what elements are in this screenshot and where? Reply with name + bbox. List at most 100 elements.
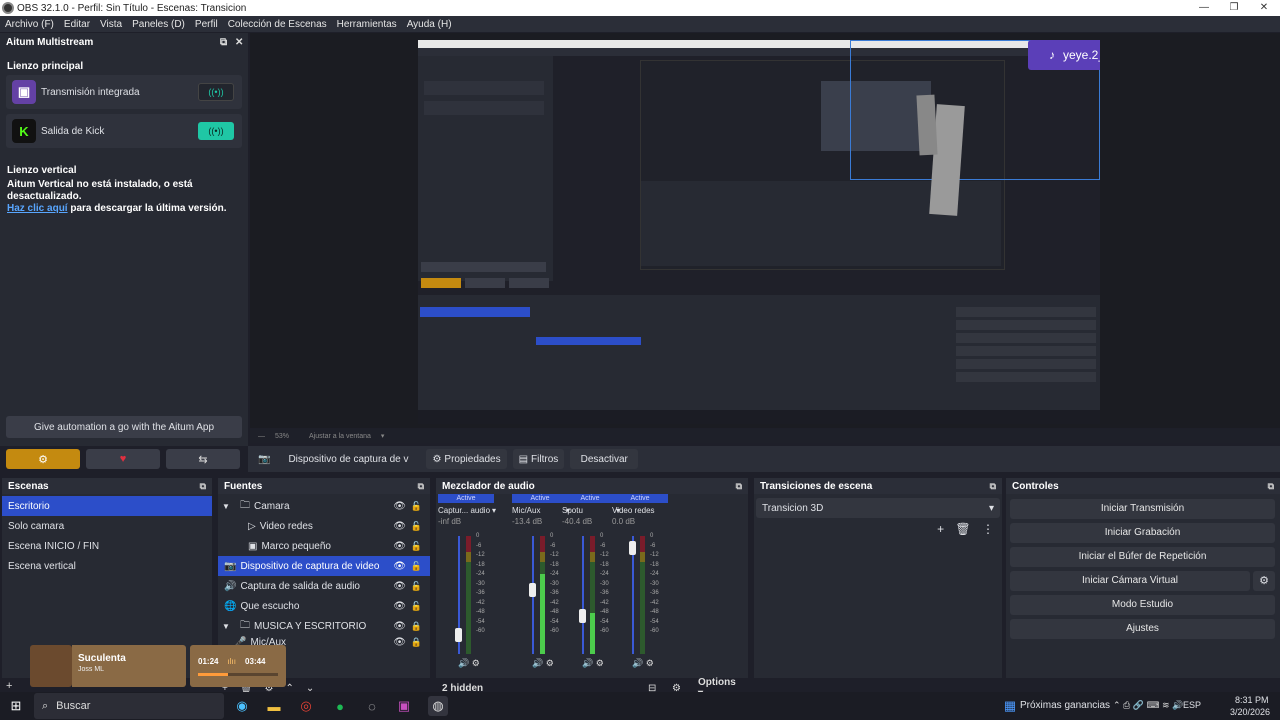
chrome-icon[interactable]: ◎	[296, 696, 316, 716]
properties-button[interactable]: ⚙ Propiedades	[426, 449, 507, 469]
menu-vista[interactable]: Vista	[95, 19, 127, 30]
dock-close-icon[interactable]: ✕	[235, 37, 243, 48]
menu-paneles[interactable]: Paneles (D)	[127, 19, 190, 30]
fader-knob[interactable]	[529, 582, 536, 597]
eye-icon[interactable]: 👁	[393, 521, 406, 532]
transition-select[interactable]: Transicion 3D ▾	[756, 498, 1000, 518]
fader-knob[interactable]	[455, 627, 462, 642]
speaker-icon[interactable]: 🔊	[532, 658, 543, 668]
eye-icon[interactable]: 👁	[393, 637, 406, 648]
source-item[interactable]: ▷ Video redes 👁 🔓	[218, 516, 430, 536]
source-item-selected[interactable]: 📷Dispositivo de captura de video con a👁🔓	[218, 556, 430, 576]
scene-item[interactable]: Solo camara	[2, 516, 212, 536]
spotify-icon[interactable]: ●	[330, 696, 350, 716]
eye-icon[interactable]: 👁	[393, 501, 406, 512]
volume-fader[interactable]	[455, 536, 462, 654]
menu-coleccion[interactable]: Colección de Escenas	[223, 19, 332, 30]
start-recording-button[interactable]: Iniciar Grabación	[1010, 523, 1275, 543]
gear-icon[interactable]: ⚙	[596, 658, 604, 668]
undock-icon[interactable]: ⧉	[200, 481, 206, 492]
settings-gear-button[interactable]: ⚙	[6, 449, 80, 469]
fader-knob[interactable]	[629, 541, 636, 556]
deactivate-button[interactable]: Desactivar	[570, 449, 639, 469]
speaker-icon[interactable]: 🔊	[458, 658, 469, 668]
language[interactable]: ESP	[1183, 700, 1201, 710]
virtual-camera-settings-icon[interactable]: ⚙	[1253, 571, 1275, 591]
channel-name[interactable]: Mic/Aux	[512, 506, 568, 515]
eye-icon[interactable]: 👁	[393, 561, 406, 572]
eye-icon[interactable]: 👁	[393, 621, 406, 632]
undock-icon[interactable]: ⧉	[418, 481, 424, 492]
gear-icon[interactable]: ⚙	[472, 658, 480, 668]
obs-taskbar-icon[interactable]: ◌	[362, 696, 382, 716]
eye-icon[interactable]: 👁	[393, 541, 406, 552]
undock-icon[interactable]: ⧉	[990, 481, 996, 492]
obs-active-icon[interactable]: ◍	[428, 696, 448, 716]
fit-window[interactable]: Ajustar a la ventana	[309, 433, 371, 440]
studio-mode-button[interactable]: Modo Estudio	[1010, 595, 1275, 615]
eye-icon[interactable]: 👁	[393, 581, 406, 592]
scene-item[interactable]: Escena INICIO / FIN	[2, 536, 212, 556]
speaker-icon[interactable]: 🔊	[582, 658, 593, 668]
twitch-stream-toggle[interactable]: ((•))	[198, 83, 234, 101]
close-icon[interactable]: ✕	[1250, 0, 1278, 16]
volume-fader[interactable]	[629, 536, 636, 654]
undock-icon[interactable]: ⧉	[1268, 481, 1274, 492]
trash-icon[interactable]: 🗑	[955, 522, 970, 536]
clock-date[interactable]: 3/20/2026	[1230, 707, 1270, 717]
eye-icon[interactable]: 👁	[393, 601, 406, 612]
menu-archivo[interactable]: Archivo (F)	[0, 19, 59, 30]
menu-editar[interactable]: Editar	[59, 19, 95, 30]
gear-icon[interactable]: ⚙	[646, 658, 654, 668]
gear-icon[interactable]: ⚙	[546, 658, 554, 668]
edge-icon[interactable]: ◉	[232, 696, 252, 716]
volume-fader[interactable]	[529, 536, 536, 654]
heart-button[interactable]: ♥	[86, 449, 160, 469]
source-item[interactable]: ▣ Marco pequeño 👁 🔓	[218, 536, 430, 556]
channel-name[interactable]: Spotu	[562, 506, 618, 515]
lock-icon[interactable]: 🔓	[411, 581, 422, 592]
chevron-down-icon[interactable]: ▾	[492, 506, 496, 515]
menu-ayuda[interactable]: Ayuda (H)	[402, 19, 457, 30]
automation-button[interactable]: Give automation a go with the Aitum App	[6, 416, 242, 438]
maximize-icon[interactable]: ❐	[1220, 0, 1248, 16]
more-icon[interactable]: ⋮	[982, 522, 994, 536]
app-icon[interactable]: ▣	[394, 696, 414, 716]
zoom-out-icon[interactable]: —	[258, 433, 265, 440]
settings-button[interactable]: Ajustes	[1010, 619, 1275, 639]
lock-icon[interactable]: 🔓	[411, 501, 422, 512]
share-button[interactable]: ⇆	[166, 449, 240, 469]
channel-name[interactable]: Video redes	[612, 506, 668, 515]
lock-icon[interactable]: 🔓	[411, 561, 422, 572]
replay-buffer-button[interactable]: Iniciar el Búfer de Repetición	[1010, 547, 1275, 567]
scene-item[interactable]: Escritorio	[2, 496, 212, 516]
add-icon[interactable]: +	[6, 680, 12, 692]
source-item[interactable]: 🌐 Que escucho 👁 🔓	[218, 596, 430, 616]
lock-icon[interactable]: 🔓	[411, 541, 422, 552]
news-text[interactable]: Próximas ganancias	[1020, 700, 1110, 711]
lock-icon[interactable]: 🔒	[411, 621, 422, 632]
menu-herramientas[interactable]: Herramientas	[332, 19, 402, 30]
clock-time[interactable]: 8:31 PM	[1235, 695, 1269, 705]
source-item[interactable]: 🔊 Captura de salida de audio 👁 🔓	[218, 576, 430, 596]
taskbar-search[interactable]: ⌕ Buscar	[34, 693, 224, 719]
undock-icon[interactable]: ⧉	[736, 481, 742, 492]
tray-icons[interactable]: ⌃ ⎙ 🔗 ⌨ ≋ 🔊	[1113, 700, 1183, 711]
speaker-icon[interactable]: 🔊	[632, 658, 643, 668]
scene-item[interactable]: Escena vertical	[2, 556, 212, 576]
source-item[interactable]: ▼ 🗀 MUSICA Y ESCRITORIO 👁 🔒	[218, 616, 430, 636]
windows-start-icon[interactable]: ⊞	[6, 696, 26, 716]
add-icon[interactable]: +	[937, 522, 944, 536]
start-stream-button[interactable]: Iniciar Transmisión	[1010, 499, 1275, 519]
minimize-icon[interactable]: —	[1190, 0, 1218, 16]
file-explorer-icon[interactable]: ▬	[264, 696, 284, 716]
channel-name[interactable]: Captur... audio	[438, 506, 494, 515]
chevron-down-icon[interactable]: ▾	[381, 432, 385, 440]
filters-button[interactable]: ▤ Filtros	[512, 449, 565, 469]
lock-icon[interactable]: 🔒	[411, 637, 422, 648]
lock-icon[interactable]: 🔓	[411, 601, 422, 612]
kick-stream-toggle[interactable]: ((•))	[198, 122, 234, 140]
source-item[interactable]: ▼ 🗀 Camara 👁 🔓	[218, 496, 430, 516]
news-icon[interactable]: ▦	[1000, 696, 1020, 716]
undock-icon[interactable]: ⧉	[220, 37, 227, 48]
